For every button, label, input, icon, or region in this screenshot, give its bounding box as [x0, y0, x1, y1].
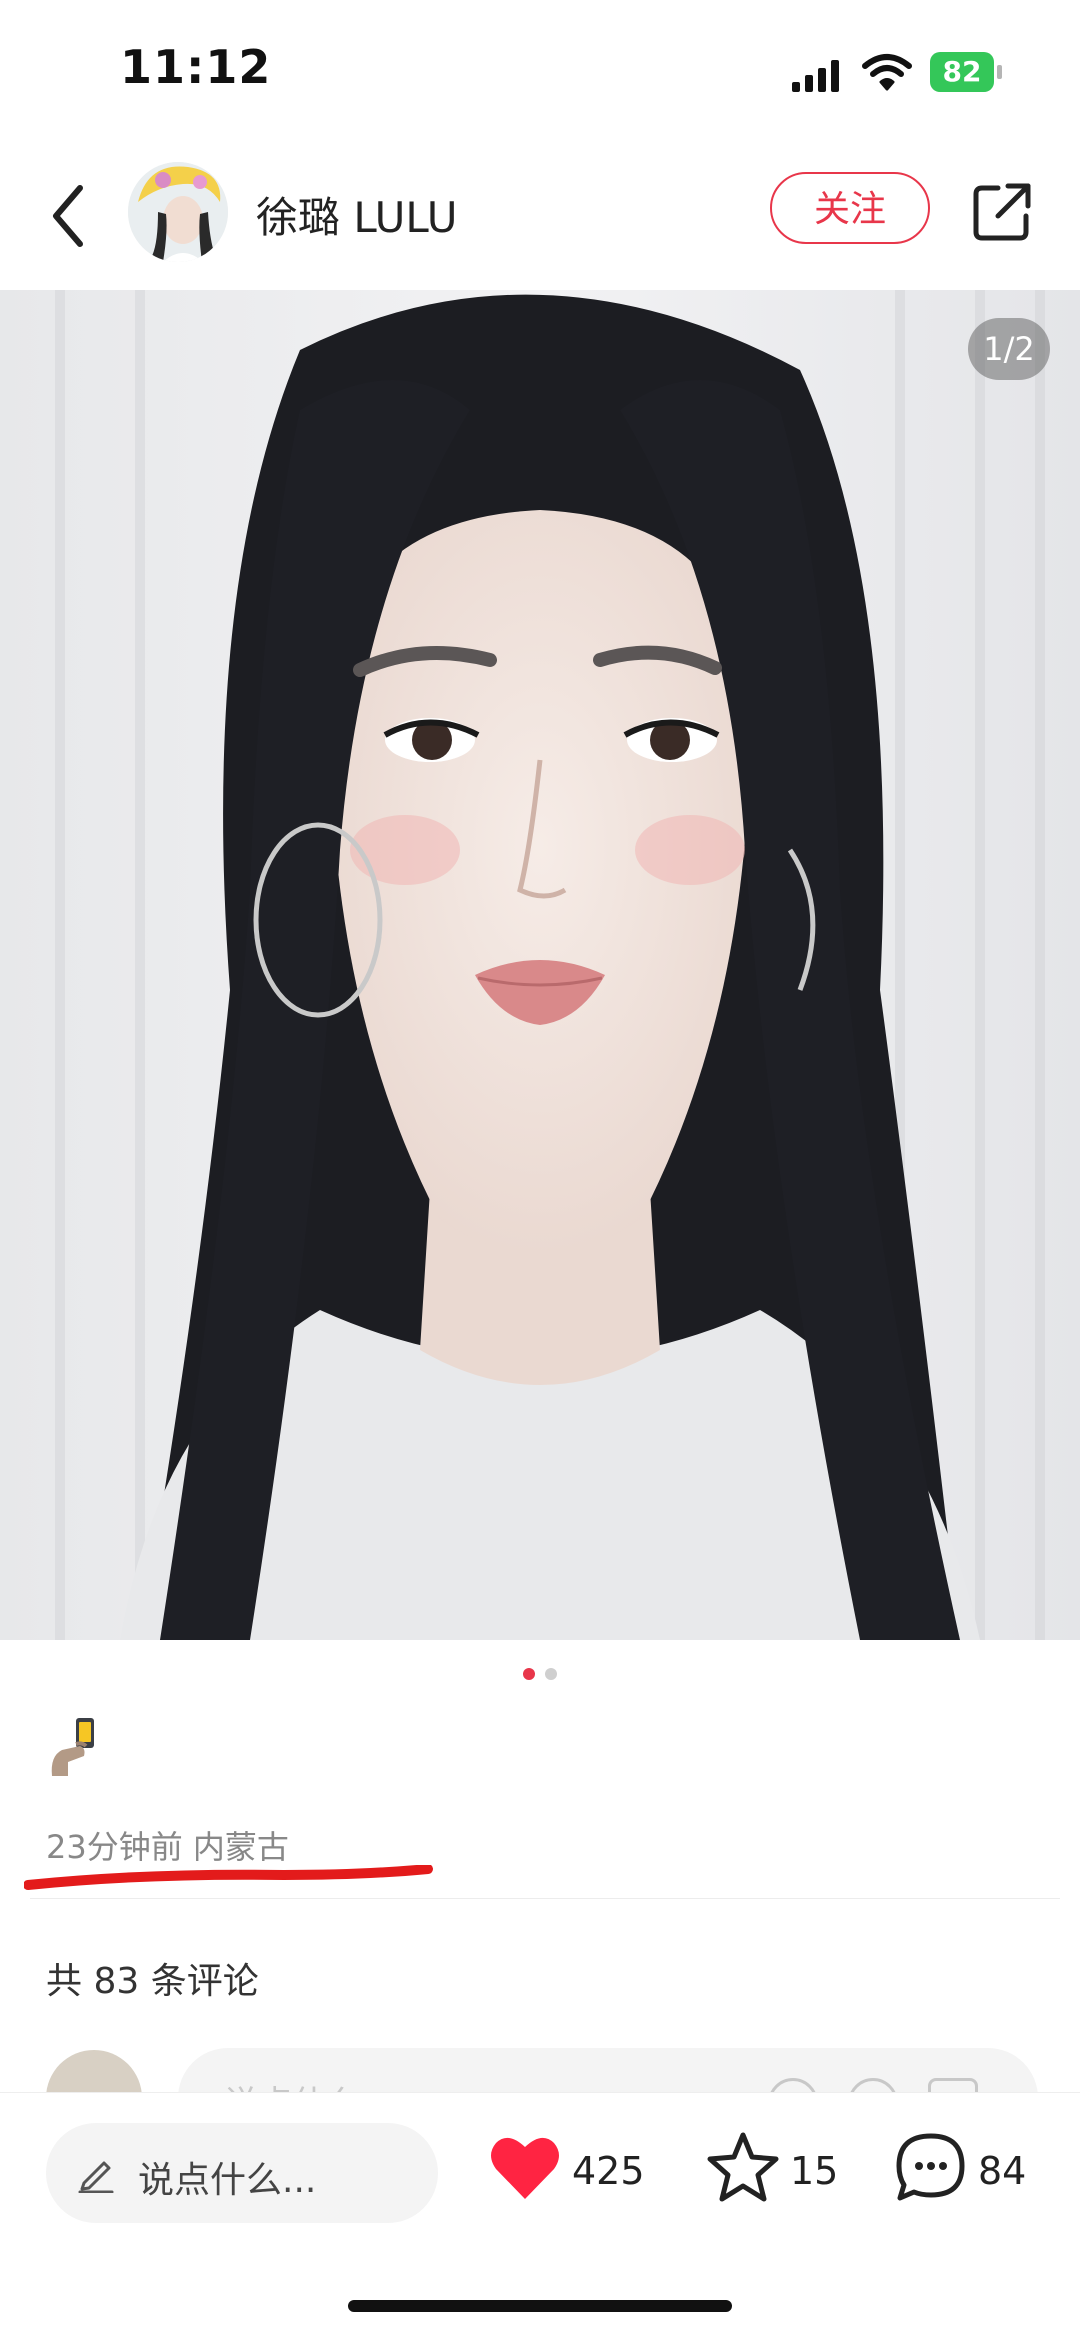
selfie-emoji-icon: [46, 1716, 102, 1778]
pagination-dot-active[interactable]: [523, 1668, 535, 1680]
say-something-input[interactable]: 说点什么...: [46, 2123, 438, 2223]
heart-icon: [491, 2137, 559, 2199]
comment-count-button: 84: [978, 2149, 1027, 2193]
comment-bubble-icon: [896, 2133, 965, 2201]
avatar-image: [128, 162, 228, 262]
post-image[interactable]: 1/2: [0, 290, 1080, 1640]
say-something-placeholder: 说点什么...: [138, 2160, 317, 2201]
comment-count: 共 83 条评论: [46, 1961, 259, 2002]
author-name[interactable]: 徐璐 LULU: [256, 184, 457, 245]
signal-icon: [792, 60, 839, 92]
status-time: 11:12: [120, 40, 272, 94]
image-page-counter: 1/2: [968, 318, 1050, 380]
red-underline-annotation: [24, 1865, 433, 1890]
like-count: 425: [572, 2149, 645, 2193]
section-divider: [30, 1898, 1060, 1899]
home-indicator[interactable]: [348, 2300, 732, 2312]
favorite-count: 15: [790, 2149, 839, 2193]
post-detail-screen: 11:12 82 徐璐 LULU 关注 1/2 23分钟前 内蒙古 共 83 条…: [0, 0, 1080, 2337]
star-icon: [707, 2132, 779, 2202]
battery-tip: [997, 65, 1002, 79]
status-bar: 11:12 82: [0, 0, 1080, 140]
battery-icon: 82: [930, 52, 1002, 92]
like-button[interactable]: 425: [488, 2129, 648, 2219]
chevron-left-icon[interactable]: [40, 176, 100, 256]
post-time-location: 23分钟前 内蒙古: [46, 1828, 289, 1866]
pagination-dot[interactable]: [545, 1668, 557, 1680]
favorite-button[interactable]: 15: [706, 2129, 846, 2219]
comment-button[interactable]: 84: [894, 2129, 1044, 2219]
share-icon[interactable]: [970, 180, 1034, 244]
portrait-photo: [0, 290, 1080, 1640]
wifi-icon: [862, 54, 912, 91]
comment-input-row: 说点什么: [0, 2040, 1080, 2100]
follow-button[interactable]: 关注: [770, 172, 930, 244]
author-avatar[interactable]: [128, 162, 228, 262]
pencil-icon: [78, 2161, 114, 2193]
post-header: 徐璐 LULU 关注: [0, 140, 1080, 290]
battery-percent: 82: [942, 55, 982, 88]
image-pagination-dots: [0, 1665, 1080, 1681]
